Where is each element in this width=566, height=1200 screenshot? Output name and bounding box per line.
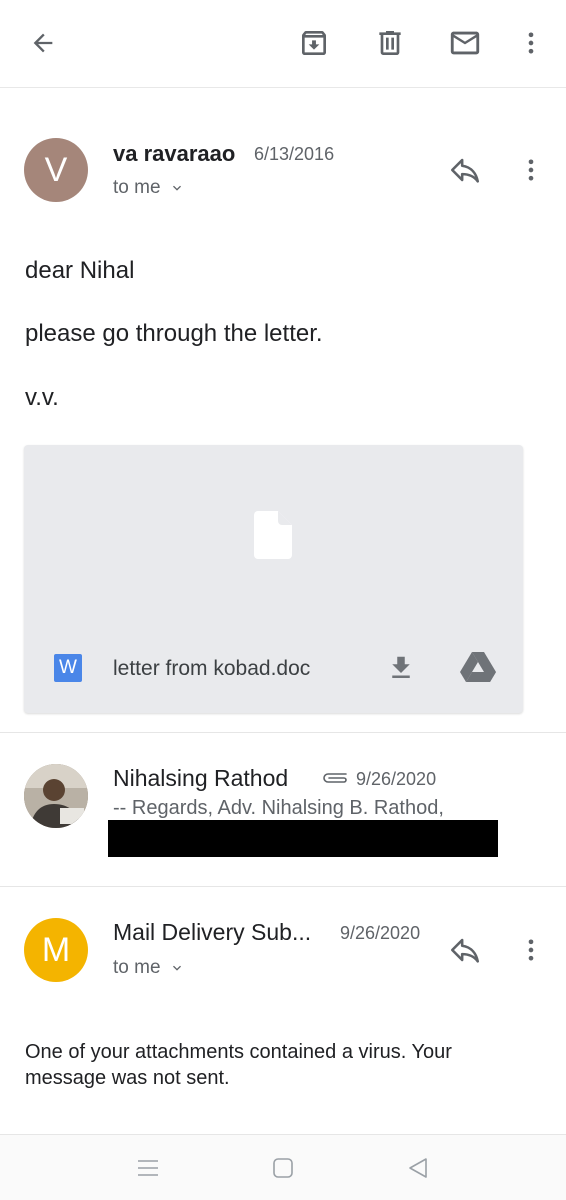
back-button[interactable] (19, 19, 67, 67)
menu-lines-icon (138, 1160, 158, 1176)
recipient-details-toggle[interactable]: to me (113, 177, 185, 199)
more-vert-icon (528, 32, 534, 54)
delete-button[interactable] (366, 19, 414, 67)
recipient-label: to me (113, 177, 161, 198)
save-to-drive-button[interactable] (454, 644, 502, 692)
avatar[interactable]: V (24, 138, 88, 202)
avatar[interactable] (24, 764, 88, 828)
archive-button[interactable] (290, 19, 338, 67)
system-navigation-bar (0, 1134, 566, 1200)
more-options-button[interactable] (507, 19, 555, 67)
message-date: 9/26/2020 (340, 923, 421, 943)
attachment-card[interactable]: W letter from kobad.doc (24, 445, 523, 713)
download-icon (392, 656, 410, 678)
file-icon (254, 511, 292, 559)
body-line: please go through the letter. (25, 320, 323, 347)
body-line: dear Nihal (25, 257, 135, 284)
body-line: v.v. (25, 384, 59, 411)
divider (0, 732, 566, 733)
more-vert-icon (528, 939, 534, 961)
redaction-bar (108, 820, 498, 857)
download-button[interactable] (377, 644, 425, 692)
mark-unread-button[interactable] (441, 19, 489, 67)
word-doc-icon: W (54, 654, 82, 682)
sender-name: Mail Delivery Sub... (113, 919, 312, 945)
top-toolbar (0, 0, 566, 88)
reply-icon (450, 158, 480, 183)
avatar[interactable]: M (24, 918, 88, 982)
attachment-filename: letter from kobad.doc (113, 657, 311, 680)
reply-button[interactable] (441, 926, 489, 974)
sender-name: va ravaraao (113, 141, 236, 166)
message-more-button[interactable] (507, 926, 555, 974)
message-date: 6/13/2016 (254, 144, 335, 164)
square-home-icon (273, 1158, 293, 1178)
reply-button[interactable] (441, 146, 489, 194)
recipient-label: to me (113, 957, 161, 978)
divider (0, 886, 566, 887)
mail-icon (450, 31, 480, 55)
sender-name: Nihalsing Rathod (113, 765, 289, 791)
reply-icon (450, 938, 480, 963)
arrow-back-icon (33, 33, 53, 53)
message-body: One of your attachments contained a viru… (25, 1041, 452, 1089)
archive-icon (302, 31, 326, 55)
triangle-back-icon (409, 1158, 427, 1178)
recent-apps-button[interactable] (124, 1144, 172, 1192)
message-more-button[interactable] (507, 146, 555, 194)
recipient-details-toggle[interactable]: to me (113, 957, 185, 979)
chevron-down-icon (172, 185, 181, 191)
chevron-down-icon (172, 965, 181, 971)
paperclip-icon (323, 773, 347, 783)
more-vert-icon (528, 159, 534, 181)
message-snippet: -- Regards, Adv. Nihalsing B. Rathod, (113, 797, 444, 819)
back-system-button[interactable] (394, 1144, 442, 1192)
message-date: 9/26/2020 (356, 769, 437, 789)
trash-icon (379, 31, 401, 55)
home-button[interactable] (259, 1144, 307, 1192)
google-drive-icon (460, 652, 496, 682)
profile-photo-icon (24, 764, 88, 828)
